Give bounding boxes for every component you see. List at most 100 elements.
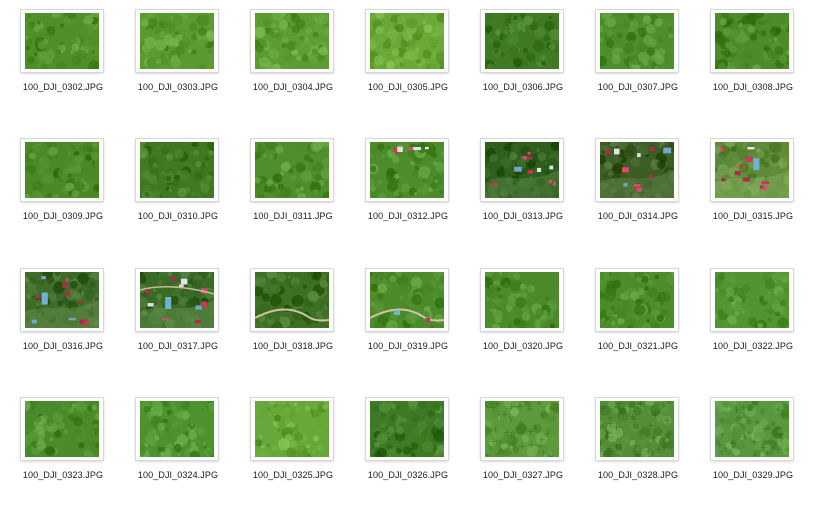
- image-thumbnail[interactable]: [251, 139, 333, 201]
- image-thumbnail[interactable]: [136, 10, 218, 72]
- file-name-label: 100_DJI_0312.JPG: [367, 211, 449, 221]
- file-name-label: 100_DJI_0305.JPG: [367, 82, 449, 92]
- image-thumbnail[interactable]: [251, 10, 333, 72]
- file-name-label: 100_DJI_0327.JPG: [482, 470, 564, 480]
- image-thumbnail[interactable]: [366, 398, 448, 460]
- aerial-photo-preview: [600, 142, 674, 198]
- image-thumbnail[interactable]: [366, 139, 448, 201]
- aerial-photo-preview: [485, 401, 559, 457]
- aerial-photo-preview: [255, 142, 329, 198]
- file-item[interactable]: 100_DJI_0314.JPG: [578, 131, 688, 251]
- aerial-photo-preview: [140, 13, 214, 69]
- image-thumbnail[interactable]: [136, 398, 218, 460]
- aerial-photo-preview: [370, 142, 444, 198]
- file-item[interactable]: 100_DJI_0320.JPG: [463, 261, 573, 381]
- image-thumbnail[interactable]: [21, 398, 103, 460]
- image-thumbnail[interactable]: [481, 269, 563, 331]
- file-name-label: 100_DJI_0306.JPG: [482, 82, 564, 92]
- file-item[interactable]: 100_DJI_0318.JPG: [233, 261, 343, 381]
- file-item[interactable]: 100_DJI_0328.JPG: [578, 390, 688, 510]
- aerial-photo-preview: [255, 13, 329, 69]
- aerial-photo-preview: [715, 272, 789, 328]
- image-thumbnail[interactable]: [21, 269, 103, 331]
- image-thumbnail[interactable]: [481, 139, 563, 201]
- image-thumbnail[interactable]: [596, 10, 678, 72]
- file-item[interactable]: 100_DJI_0326.JPG: [348, 390, 458, 510]
- image-thumbnail[interactable]: [481, 398, 563, 460]
- aerial-photo-preview: [600, 272, 674, 328]
- file-name-label: 100_DJI_0309.JPG: [22, 211, 104, 221]
- aerial-photo-preview: [25, 13, 99, 69]
- aerial-photo-preview: [140, 401, 214, 457]
- file-item[interactable]: 100_DJI_0307.JPG: [578, 2, 688, 122]
- file-item[interactable]: 100_DJI_0302.JPG: [3, 2, 113, 122]
- file-icon-grid: 100_DJI_0302.JPG 100_DJI_0303.JPG 100_DJI_…: [0, 0, 814, 500]
- image-thumbnail[interactable]: [711, 10, 793, 72]
- image-thumbnail[interactable]: [21, 139, 103, 201]
- file-item[interactable]: 100_DJI_0317.JPG: [118, 261, 228, 381]
- image-thumbnail[interactable]: [481, 10, 563, 72]
- image-thumbnail[interactable]: [251, 398, 333, 460]
- file-item[interactable]: 100_DJI_0327.JPG: [463, 390, 573, 510]
- aerial-photo-preview: [600, 401, 674, 457]
- file-item[interactable]: 100_DJI_0325.JPG: [233, 390, 343, 510]
- file-item[interactable]: 100_DJI_0312.JPG: [348, 131, 458, 251]
- aerial-photo-preview: [715, 401, 789, 457]
- file-item[interactable]: 100_DJI_0305.JPG: [348, 2, 458, 122]
- aerial-photo-preview: [370, 13, 444, 69]
- aerial-photo-preview: [600, 13, 674, 69]
- aerial-photo-preview: [370, 401, 444, 457]
- aerial-photo-preview: [25, 272, 99, 328]
- file-name-label: 100_DJI_0314.JPG: [597, 211, 679, 221]
- file-item[interactable]: 100_DJI_0321.JPG: [578, 261, 688, 381]
- aerial-photo-preview: [485, 272, 559, 328]
- aerial-photo-preview: [370, 272, 444, 328]
- file-item[interactable]: 100_DJI_0324.JPG: [118, 390, 228, 510]
- file-item[interactable]: 100_DJI_0313.JPG: [463, 131, 573, 251]
- file-name-label: 100_DJI_0317.JPG: [137, 341, 219, 351]
- image-thumbnail[interactable]: [596, 269, 678, 331]
- image-thumbnail[interactable]: [21, 10, 103, 72]
- image-thumbnail[interactable]: [366, 269, 448, 331]
- file-item[interactable]: 100_DJI_0316.JPG: [3, 261, 113, 381]
- file-item[interactable]: 100_DJI_0310.JPG: [118, 131, 228, 251]
- image-thumbnail[interactable]: [596, 139, 678, 201]
- file-name-label: 100_DJI_0318.JPG: [252, 341, 334, 351]
- aerial-photo-preview: [25, 401, 99, 457]
- file-item[interactable]: 100_DJI_0309.JPG: [3, 131, 113, 251]
- file-name-label: 100_DJI_0319.JPG: [367, 341, 449, 351]
- file-name-label: 100_DJI_0324.JPG: [137, 470, 219, 480]
- file-name-label: 100_DJI_0307.JPG: [597, 82, 679, 92]
- image-thumbnail[interactable]: [136, 139, 218, 201]
- image-thumbnail[interactable]: [596, 398, 678, 460]
- image-thumbnail[interactable]: [136, 269, 218, 331]
- file-name-label: 100_DJI_0302.JPG: [22, 82, 104, 92]
- file-item[interactable]: 100_DJI_0322.JPG: [693, 261, 803, 381]
- file-name-label: 100_DJI_0316.JPG: [22, 341, 104, 351]
- file-item[interactable]: 100_DJI_0304.JPG: [233, 2, 343, 122]
- image-thumbnail[interactable]: [711, 398, 793, 460]
- file-name-label: 100_DJI_0325.JPG: [252, 470, 334, 480]
- image-thumbnail[interactable]: [251, 269, 333, 331]
- image-thumbnail[interactable]: [366, 10, 448, 72]
- file-item[interactable]: 100_DJI_0311.JPG: [233, 131, 343, 251]
- image-thumbnail[interactable]: [711, 139, 793, 201]
- file-name-label: 100_DJI_0311.JPG: [253, 211, 333, 221]
- image-thumbnail[interactable]: [711, 269, 793, 331]
- file-name-label: 100_DJI_0315.JPG: [712, 211, 794, 221]
- file-name-label: 100_DJI_0329.JPG: [712, 470, 794, 480]
- file-item[interactable]: 100_DJI_0319.JPG: [348, 261, 458, 381]
- file-item[interactable]: 100_DJI_0315.JPG: [693, 131, 803, 251]
- aerial-photo-preview: [485, 142, 559, 198]
- file-name-label: 100_DJI_0321.JPG: [597, 341, 679, 351]
- aerial-photo-preview: [715, 13, 789, 69]
- file-name-label: 100_DJI_0313.JPG: [482, 211, 564, 221]
- file-item[interactable]: 100_DJI_0306.JPG: [463, 2, 573, 122]
- file-item[interactable]: 100_DJI_0329.JPG: [693, 390, 803, 510]
- file-name-label: 100_DJI_0323.JPG: [22, 470, 104, 480]
- file-item[interactable]: 100_DJI_0323.JPG: [3, 390, 113, 510]
- file-name-label: 100_DJI_0308.JPG: [712, 82, 794, 92]
- file-name-label: 100_DJI_0310.JPG: [137, 211, 219, 221]
- file-item[interactable]: 100_DJI_0303.JPG: [118, 2, 228, 122]
- file-item[interactable]: 100_DJI_0308.JPG: [693, 2, 803, 122]
